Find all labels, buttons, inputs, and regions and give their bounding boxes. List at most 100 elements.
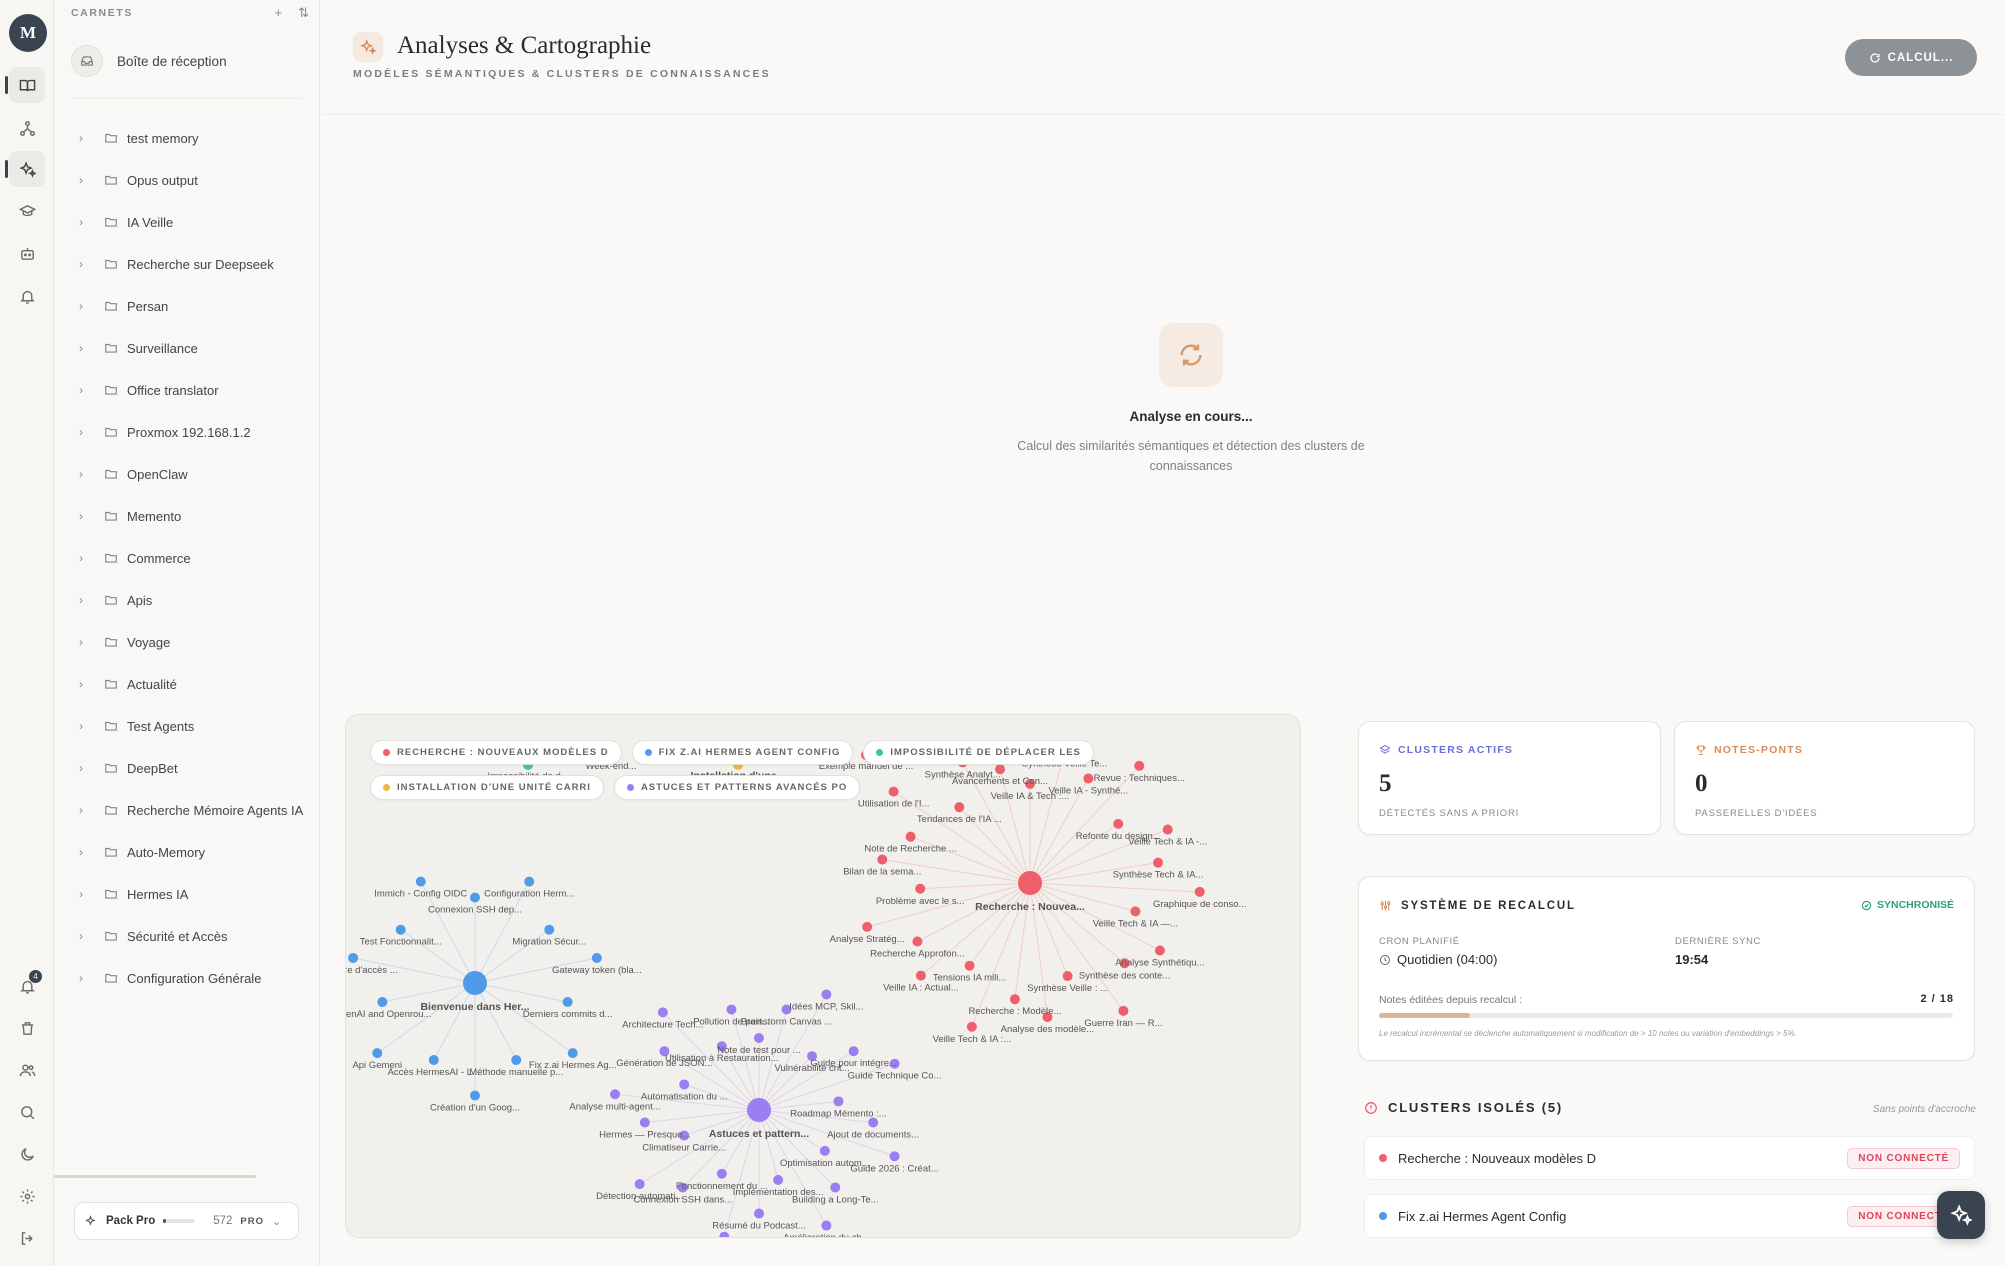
- graph-node[interactable]: [1162, 824, 1173, 835]
- sidebar-folder-item[interactable]: › Opus output: [67, 159, 312, 201]
- sidebar-folder-item[interactable]: › Voyage: [67, 621, 312, 663]
- graph-node[interactable]: [639, 1117, 650, 1128]
- cluster-chip[interactable]: IMPOSSIBILITÉ DE DÉPLACER LES: [863, 740, 1094, 765]
- sidebar-folder-item[interactable]: › Persan: [67, 285, 312, 327]
- agents-nav-button[interactable]: [9, 235, 45, 271]
- graph-node[interactable]: [819, 1145, 830, 1156]
- graph-node[interactable]: [470, 1090, 480, 1101]
- graph-edge[interactable]: [433, 982, 476, 1061]
- graph-node[interactable]: [511, 1055, 522, 1066]
- graph-node[interactable]: [726, 1004, 737, 1015]
- sidebar-folder-item[interactable]: › Test Agents: [67, 705, 312, 747]
- sidebar-folder-item[interactable]: › Auto-Memory: [67, 831, 312, 873]
- graph-node[interactable]: [567, 1048, 578, 1059]
- inbox-item[interactable]: Boîte de réception: [71, 44, 301, 78]
- graph-node[interactable]: [591, 952, 602, 963]
- graph-node[interactable]: [754, 1033, 764, 1043]
- chevron-right-icon[interactable]: ›: [67, 677, 95, 691]
- app-logo[interactable]: M: [9, 14, 47, 52]
- graph-node[interactable]: [830, 1182, 841, 1193]
- graph-node[interactable]: [657, 1007, 668, 1018]
- graph-node[interactable]: [877, 854, 888, 865]
- sidebar-scrollbar[interactable]: [54, 1175, 256, 1178]
- sidebar-folder-item[interactable]: › Recherche Mémoire Agents IA: [67, 789, 312, 831]
- chevron-right-icon[interactable]: ›: [67, 383, 95, 397]
- chevron-right-icon[interactable]: ›: [67, 425, 95, 439]
- sidebar-folder-item[interactable]: › OpenClaw: [67, 453, 312, 495]
- add-notebook-icon[interactable]: +: [275, 5, 283, 21]
- graph-node[interactable]: [754, 1208, 764, 1219]
- graph-edge[interactable]: [474, 982, 517, 1061]
- sidebar-folder-item[interactable]: › Sécurité et Accès: [67, 915, 312, 957]
- graph-node[interactable]: [679, 1079, 690, 1090]
- graph-node[interactable]: [915, 883, 926, 894]
- recalculate-button[interactable]: CALCUL...: [1845, 39, 1977, 76]
- graph-node[interactable]: [889, 1151, 900, 1162]
- chevron-right-icon[interactable]: ›: [67, 341, 95, 355]
- graph-node[interactable]: [1194, 886, 1205, 897]
- graph-hub-node[interactable]: [463, 971, 487, 995]
- graph-node[interactable]: [544, 924, 555, 935]
- graph-node[interactable]: [912, 936, 923, 947]
- sidebar-folder-item[interactable]: › Office translator: [67, 369, 312, 411]
- graph-hub-node[interactable]: [747, 1098, 771, 1122]
- isolated-cluster-row[interactable]: Recherche : Nouveaux modèles D NON CONNEC…: [1364, 1136, 1975, 1180]
- cluster-chip[interactable]: INSTALLATION D'UNE UNITÉ CARRI: [370, 775, 604, 800]
- chevron-right-icon[interactable]: ›: [67, 215, 95, 229]
- chevron-right-icon[interactable]: ›: [67, 551, 95, 565]
- graph-node[interactable]: [719, 1231, 730, 1238]
- graph-node[interactable]: [773, 1174, 784, 1185]
- graph-node[interactable]: [966, 1021, 977, 1032]
- cluster-chip[interactable]: ASTUCES ET PATTERNS AVANCÉS PO: [613, 775, 861, 800]
- logout-button[interactable]: [9, 1220, 45, 1256]
- sidebar-folder-item[interactable]: › IA Veille: [67, 201, 312, 243]
- graph-node[interactable]: [348, 952, 359, 963]
- settings-button[interactable]: [9, 1178, 45, 1214]
- sidebar-folder-item[interactable]: › Surveillance: [67, 327, 312, 369]
- graph-node[interactable]: [377, 997, 388, 1008]
- dark-mode-button[interactable]: [9, 1136, 45, 1172]
- graph-node[interactable]: [821, 1220, 832, 1231]
- chevron-right-icon[interactable]: ›: [67, 845, 95, 859]
- graph-node[interactable]: [964, 960, 975, 971]
- analytics-nav-button[interactable]: [5, 151, 45, 187]
- trash-button[interactable]: [9, 1010, 45, 1046]
- plan-selector[interactable]: Pack Pro 572 PRO ⌄: [74, 1202, 299, 1240]
- chevron-right-icon[interactable]: ›: [67, 467, 95, 481]
- search-button[interactable]: [9, 1094, 45, 1130]
- graph-node[interactable]: [915, 970, 926, 981]
- sidebar-folder-item[interactable]: › Configuration Générale: [67, 957, 312, 999]
- sidebar-folder-item[interactable]: › Commerce: [67, 537, 312, 579]
- chevron-right-icon[interactable]: ›: [67, 131, 95, 145]
- graph-node[interactable]: [954, 802, 965, 813]
- alerts-nav-button[interactable]: [9, 278, 45, 314]
- chevron-right-icon[interactable]: ›: [67, 887, 95, 901]
- sidebar-folder-item[interactable]: › Memento: [67, 495, 312, 537]
- cluster-chip[interactable]: RECHERCHE : NOUVEAUX MODÈLES D: [370, 740, 622, 765]
- isolated-cluster-row[interactable]: Fix z.ai Hermes Agent Config NON CONNECTÉ: [1364, 1194, 1975, 1238]
- chevron-right-icon[interactable]: ›: [67, 803, 95, 817]
- chevron-right-icon[interactable]: ›: [67, 299, 95, 313]
- notifications-button[interactable]: 4: [9, 968, 45, 1004]
- sidebar-folder-item[interactable]: › DeepBet: [67, 747, 312, 789]
- graph-node[interactable]: [634, 1179, 645, 1190]
- chevron-right-icon[interactable]: ›: [67, 509, 95, 523]
- cluster-chip[interactable]: FIX Z.AI HERMES AGENT CONFIG: [631, 740, 854, 765]
- chevron-right-icon[interactable]: ›: [67, 719, 95, 733]
- graph-node[interactable]: [1118, 1005, 1129, 1016]
- chevron-right-icon[interactable]: ›: [67, 761, 95, 775]
- graph-nav-button[interactable]: [9, 110, 45, 146]
- chevron-right-icon[interactable]: ›: [67, 971, 95, 985]
- graph-node[interactable]: [562, 997, 573, 1008]
- sidebar-folder-item[interactable]: › test memory: [67, 117, 312, 159]
- chevron-right-icon[interactable]: ›: [67, 635, 95, 649]
- graph-node[interactable]: [470, 892, 480, 903]
- graph-node[interactable]: [428, 1055, 439, 1066]
- graph-node[interactable]: [610, 1089, 621, 1100]
- sidebar-folder-item[interactable]: › Apis: [67, 579, 312, 621]
- graph-node[interactable]: [1062, 971, 1073, 982]
- graph-node[interactable]: [395, 924, 406, 935]
- sidebar-folder-item[interactable]: › Recherche sur Deepseek: [67, 243, 312, 285]
- graph-node[interactable]: [1009, 994, 1020, 1005]
- sort-icon[interactable]: ⇅: [298, 5, 309, 21]
